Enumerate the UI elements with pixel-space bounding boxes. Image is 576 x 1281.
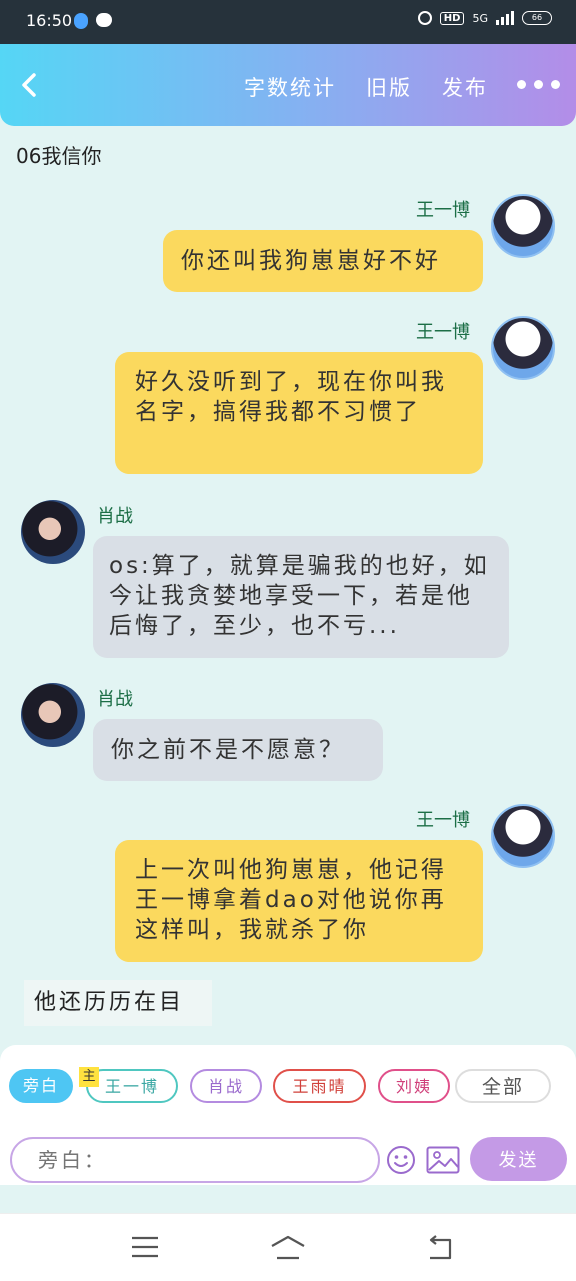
speaker-name: 肖战 (97, 506, 133, 527)
chapter-title: 06我信你 (16, 144, 102, 168)
signal-icon (496, 11, 514, 25)
publish-button[interactable]: 发布 (442, 72, 488, 102)
old-version-button[interactable]: 旧版 (366, 72, 412, 102)
hd-badge: HD (439, 11, 465, 25)
menu-icon[interactable] (130, 1234, 160, 1260)
status-right: HD 5G 66 (417, 11, 552, 25)
speaker-name: 王一博 (416, 810, 470, 831)
status-time: 16:50 (26, 11, 73, 30)
message-bubble[interactable]: 你之前不是不愿意？ (93, 719, 383, 781)
message-bubble[interactable]: 好久没听到了，现在你叫我名字，搞得我都不习惯了 (115, 352, 483, 474)
speaker-name: 王一博 (416, 322, 470, 343)
back-arrow-icon[interactable] (14, 70, 44, 100)
role-chip-all[interactable]: 全部 (455, 1069, 551, 1103)
notification-icons (74, 13, 112, 29)
wechat-icon (96, 13, 112, 27)
status-bar: 16:50 HD 5G 66 (0, 0, 576, 44)
narration-bubble[interactable]: 他还历历在目 (24, 980, 212, 1026)
avatar[interactable] (491, 194, 555, 258)
message-input[interactable] (10, 1137, 380, 1183)
system-nav-bar (0, 1213, 576, 1281)
image-icon[interactable] (426, 1146, 460, 1174)
app-header: 字数统计 旧版 发布 (0, 44, 576, 126)
word-count-button[interactable]: 字数统计 (244, 72, 336, 102)
more-icon[interactable] (517, 80, 560, 89)
avatar[interactable] (21, 500, 85, 564)
role-chip-narrator[interactable]: 旁白 (9, 1069, 73, 1103)
input-panel: 旁白 王一博 主 肖战 王雨晴 刘姨 全部 发送 (0, 1045, 576, 1185)
send-button[interactable]: 发送 (470, 1137, 567, 1181)
qq-icon (74, 13, 88, 29)
avatar[interactable] (491, 804, 555, 868)
alarm-icon (417, 11, 432, 25)
avatar[interactable] (21, 683, 85, 747)
message-bubble[interactable]: os:算了，就算是骗我的也好，如今让我贪婪地享受一下，若是他后悔了，至少，也不亏… (93, 536, 509, 658)
role-chip-wyb[interactable]: 王一博 (86, 1069, 178, 1103)
message-bubble[interactable]: 上一次叫他狗崽崽，他记得王一博拿着dao对他说你再这样叫，我就杀了你 (115, 840, 483, 962)
network-label: 5G (472, 11, 488, 25)
message-bubble[interactable]: 你还叫我狗崽崽好不好 (163, 230, 483, 292)
home-icon[interactable] (269, 1234, 307, 1262)
speaker-name: 肖战 (97, 689, 133, 710)
back-nav-icon[interactable] (424, 1234, 456, 1262)
role-chip-liu[interactable]: 刘姨 (378, 1069, 450, 1103)
battery-icon: 66 (522, 11, 552, 25)
avatar[interactable] (491, 316, 555, 380)
emoji-icon[interactable] (386, 1145, 416, 1175)
role-chip-wyq[interactable]: 王雨晴 (273, 1069, 366, 1103)
main-role-tag: 主 (79, 1067, 99, 1087)
speaker-name: 王一博 (416, 200, 470, 221)
role-chip-xz[interactable]: 肖战 (190, 1069, 262, 1103)
